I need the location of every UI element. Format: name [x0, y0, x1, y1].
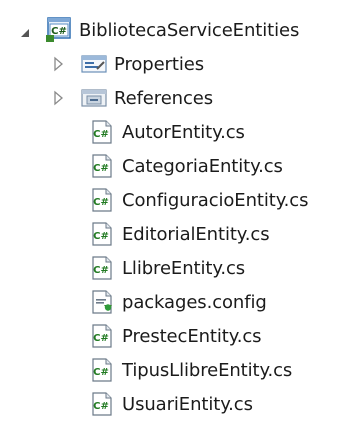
- tree-node-references[interactable]: References: [45, 83, 213, 113]
- tree-node-label: EditorialEntity.cs: [122, 223, 270, 245]
- tree-node-label: Properties: [114, 53, 204, 75]
- solution-explorer-tree: C# BibliotecaServiceEntities Properties: [0, 0, 363, 436]
- collapsed-triangle-icon: [54, 90, 63, 106]
- svg-text:C#: C#: [93, 163, 109, 174]
- expander-collapsed[interactable]: [45, 49, 75, 79]
- tree-node-label: LlibreEntity.cs: [122, 257, 246, 279]
- tree-node-label: ConfiguracioEntity.cs: [122, 189, 309, 211]
- expanded-triangle-icon: [21, 29, 29, 37]
- csharp-file-icon: C#: [92, 222, 112, 246]
- svg-text:C#: C#: [93, 401, 109, 412]
- tree-node-file[interactable]: C# EditorialEntity.cs: [88, 219, 270, 249]
- csharp-file-icon: C#: [92, 358, 112, 382]
- tree-node-label: packages.config: [122, 291, 267, 313]
- tree-node-project[interactable]: C# BibliotecaServiceEntities: [0, 15, 299, 45]
- tree-node-file[interactable]: C# ConfiguracioEntity.cs: [88, 185, 308, 215]
- svg-text:C#: C#: [93, 129, 109, 140]
- tree-node-label: TipusLlibreEntity.cs: [122, 359, 293, 381]
- tree-node-label: References: [114, 87, 214, 109]
- tree-node-file[interactable]: C# CategoriaEntity.cs: [88, 151, 283, 181]
- csharp-file-icon: C#: [92, 120, 112, 144]
- tree-node-file[interactable]: C# AutorEntity.cs: [88, 117, 245, 147]
- csharp-file-icon: C#: [92, 392, 112, 416]
- tree-node-file[interactable]: C# PrestecEntity.cs: [88, 321, 262, 351]
- tree-node-file[interactable]: C# LlibreEntity.cs: [88, 253, 245, 283]
- tree-node-label: PrestecEntity.cs: [122, 325, 262, 347]
- references-folder-icon: [81, 89, 107, 107]
- expander-expanded[interactable]: [0, 15, 45, 45]
- tree-node-label: BibliotecaServiceEntities: [79, 19, 300, 41]
- tree-node-file[interactable]: C# TipusLlibreEntity.cs: [88, 355, 292, 385]
- csharp-file-icon: C#: [92, 256, 112, 280]
- csharp-file-icon: C#: [92, 154, 112, 178]
- tree-node-file[interactable]: packages.config: [88, 287, 267, 317]
- svg-text:C#: C#: [93, 333, 109, 344]
- csharp-file-icon: C#: [92, 324, 112, 348]
- collapsed-triangle-icon: [54, 56, 63, 72]
- csharp-project-icon: C#: [46, 17, 71, 42]
- tree-node-properties[interactable]: Properties: [45, 49, 204, 79]
- svg-text:C#: C#: [93, 197, 109, 208]
- svg-text:C#: C#: [93, 265, 109, 276]
- config-file-icon: [92, 290, 112, 314]
- tree-node-label: CategoriaEntity.cs: [122, 155, 283, 177]
- tree-node-label: UsuariEntity.cs: [122, 393, 253, 415]
- svg-text:C#: C#: [93, 231, 109, 242]
- tree-node-label: AutorEntity.cs: [122, 121, 245, 143]
- tree-node-file[interactable]: C# UsuariEntity.cs: [88, 389, 253, 419]
- properties-folder-icon: [81, 55, 107, 73]
- expander-collapsed[interactable]: [45, 83, 75, 113]
- csharp-file-icon: C#: [92, 188, 112, 212]
- svg-text:C#: C#: [93, 367, 109, 378]
